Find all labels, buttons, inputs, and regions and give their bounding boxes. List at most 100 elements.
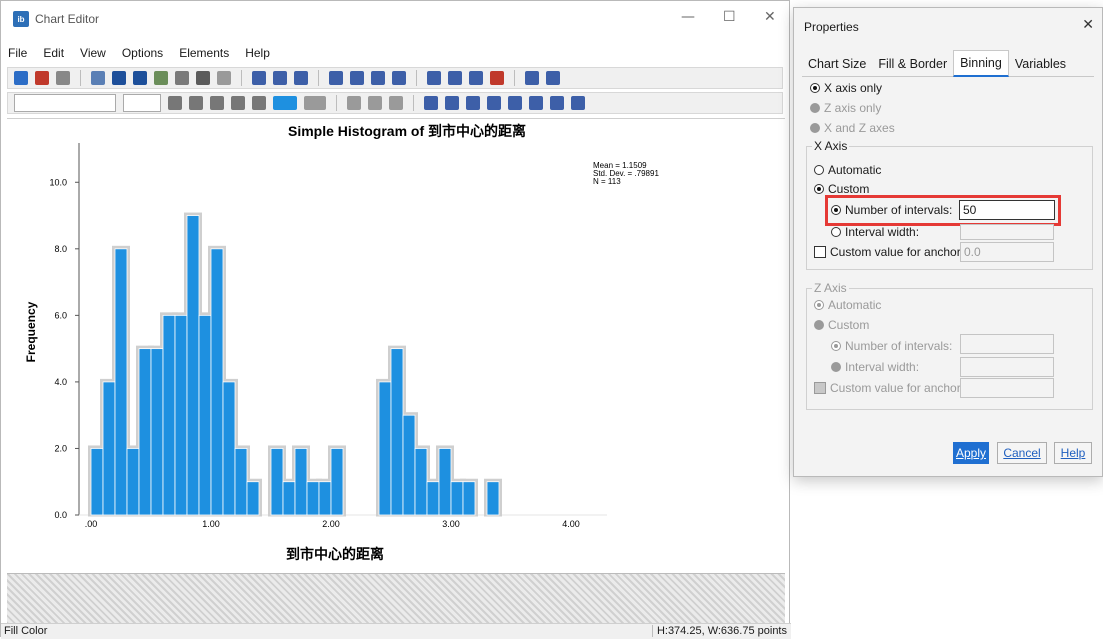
histogram-bar xyxy=(486,481,500,516)
annotation-icon[interactable] xyxy=(350,71,364,85)
chart-title: Simple Histogram of 到市中心的距离 xyxy=(288,123,526,139)
align-right-icon[interactable] xyxy=(389,96,403,110)
reference-line-x-icon[interactable] xyxy=(252,71,266,85)
histogram-chart[interactable]: Simple Histogram of 到市中心的距离 0.0 2.0 4.0 6.0 8… xyxy=(7,119,785,574)
radio-label: X and Z axes xyxy=(824,121,895,135)
number-of-intervals-input[interactable]: 50 xyxy=(959,200,1055,220)
font-grow-icon[interactable] xyxy=(168,96,182,110)
radio-z-custom: Custom xyxy=(814,318,869,332)
x-tick-label: 4.00 xyxy=(562,519,580,529)
radio-icon xyxy=(831,341,841,351)
menu-file[interactable]: File xyxy=(8,46,27,60)
radio-label: X axis only xyxy=(824,81,883,95)
radio-z-interval-width: Interval width: xyxy=(831,360,919,374)
anchor-value-input[interactable]: 0.0 xyxy=(960,242,1054,262)
radio-z-axis-only: Z axis only xyxy=(810,101,881,115)
menu-options[interactable]: Options xyxy=(122,46,163,60)
histogram-bar xyxy=(90,448,104,516)
cancel-button[interactable]: Cancel xyxy=(997,442,1047,464)
z-axis-group-label: Z Axis xyxy=(812,281,849,295)
binning-icon[interactable] xyxy=(424,96,438,110)
redo-icon[interactable] xyxy=(56,71,70,85)
bars-icon[interactable] xyxy=(546,71,560,85)
fit-loess-icon[interactable] xyxy=(508,96,522,110)
legend-icon[interactable] xyxy=(469,71,483,85)
apply-button[interactable]: Apply xyxy=(953,442,989,464)
y-axis-label: Frequency xyxy=(24,301,38,362)
select-y-axis-icon[interactable] xyxy=(133,71,147,85)
menu-help[interactable]: Help xyxy=(245,46,270,60)
font-name-select[interactable] xyxy=(14,94,116,112)
align-center-icon[interactable] xyxy=(368,96,382,110)
fit-quadratic-icon[interactable] xyxy=(529,96,543,110)
rescale-icon[interactable] xyxy=(14,71,28,85)
tab-chart-size[interactable]: Chart Size xyxy=(802,52,872,76)
histogram-bar xyxy=(462,481,476,516)
histogram-bar xyxy=(210,248,224,516)
font-size-select[interactable] xyxy=(123,94,161,112)
x-axis-group-label: X Axis xyxy=(812,139,850,153)
histogram-bar xyxy=(306,481,320,516)
checkbox-icon xyxy=(814,382,826,394)
radio-label: Custom xyxy=(828,182,870,196)
chart-canvas[interactable]: Simple Histogram of 到市中心的距离 0.0 2.0 4.0 6.0 8… xyxy=(7,118,785,574)
tab-variables[interactable]: Variables xyxy=(1009,52,1072,76)
radio-interval-width[interactable]: Interval width: xyxy=(831,225,919,239)
scale-icon[interactable] xyxy=(154,71,168,85)
lasso-icon[interactable] xyxy=(217,71,231,85)
align-left-icon[interactable] xyxy=(347,96,361,110)
chart-editor-title: Chart Editor xyxy=(35,12,100,26)
interpolation-icon[interactable] xyxy=(466,96,480,110)
menu-edit[interactable]: Edit xyxy=(43,46,64,60)
fit-cubic-icon[interactable] xyxy=(550,96,564,110)
title-icon[interactable] xyxy=(329,71,343,85)
undo-icon[interactable] xyxy=(35,71,49,85)
fit-line-icon[interactable] xyxy=(294,71,308,85)
minimize-icon[interactable]: — xyxy=(681,9,695,25)
maximize-icon[interactable]: ☐ xyxy=(723,9,736,25)
grid-icon[interactable] xyxy=(427,71,441,85)
line-chart-icon[interactable] xyxy=(487,96,501,110)
checkbox-label: Custom value for anchor: xyxy=(830,381,965,395)
select-x-axis-icon[interactable] xyxy=(112,71,126,85)
radio-x-axis-only[interactable]: X axis only xyxy=(810,81,882,95)
custom-anchor-x[interactable]: Custom value for anchor: xyxy=(814,245,964,259)
footnote-icon[interactable] xyxy=(392,71,406,85)
line-style-icon[interactable] xyxy=(304,96,326,110)
histogram-bar xyxy=(414,448,428,516)
reference-line-y-icon[interactable] xyxy=(273,71,287,85)
radio-number-of-intervals[interactable]: Number of intervals: xyxy=(831,203,952,217)
close-icon[interactable]: ✕ xyxy=(1082,17,1094,33)
font-shrink-icon[interactable] xyxy=(189,96,203,110)
tab-fill-border[interactable]: Fill & Border xyxy=(872,52,953,76)
bold-icon[interactable] xyxy=(210,96,224,110)
explode-icon[interactable] xyxy=(571,96,585,110)
textbox-icon[interactable] xyxy=(371,71,385,85)
fill-color-swatch[interactable] xyxy=(273,96,297,110)
chart-type-icon[interactable] xyxy=(175,71,189,85)
interval-width-input[interactable] xyxy=(960,224,1054,240)
radio-x-automatic[interactable]: Automatic xyxy=(814,163,881,177)
histogram-icon[interactable] xyxy=(445,96,459,110)
distribution-curve-icon[interactable] xyxy=(448,71,462,85)
radio-icon xyxy=(831,362,841,372)
histogram-bar xyxy=(450,481,464,516)
tab-binning[interactable]: Binning xyxy=(953,50,1009,77)
help-button[interactable]: Help xyxy=(1054,442,1092,464)
radio-icon xyxy=(814,184,824,194)
radio-x-custom[interactable]: Custom xyxy=(814,182,869,196)
menu-view[interactable]: View xyxy=(80,46,106,60)
histogram-bar xyxy=(246,481,260,516)
data-label-icon[interactable] xyxy=(490,71,504,85)
close-icon[interactable]: ✕ xyxy=(764,9,776,25)
status-size-text: H:374.25, W:636.75 points xyxy=(651,625,787,637)
radio-icon xyxy=(814,300,824,310)
text-style-icon[interactable] xyxy=(252,96,266,110)
histogram-bar xyxy=(138,348,152,516)
fill-icon[interactable] xyxy=(196,71,210,85)
italic-icon[interactable] xyxy=(231,96,245,110)
transpose-icon[interactable] xyxy=(525,71,539,85)
properties-icon[interactable] xyxy=(91,71,105,85)
x-tick-label: 3.00 xyxy=(442,519,460,529)
menu-elements[interactable]: Elements xyxy=(179,46,229,60)
